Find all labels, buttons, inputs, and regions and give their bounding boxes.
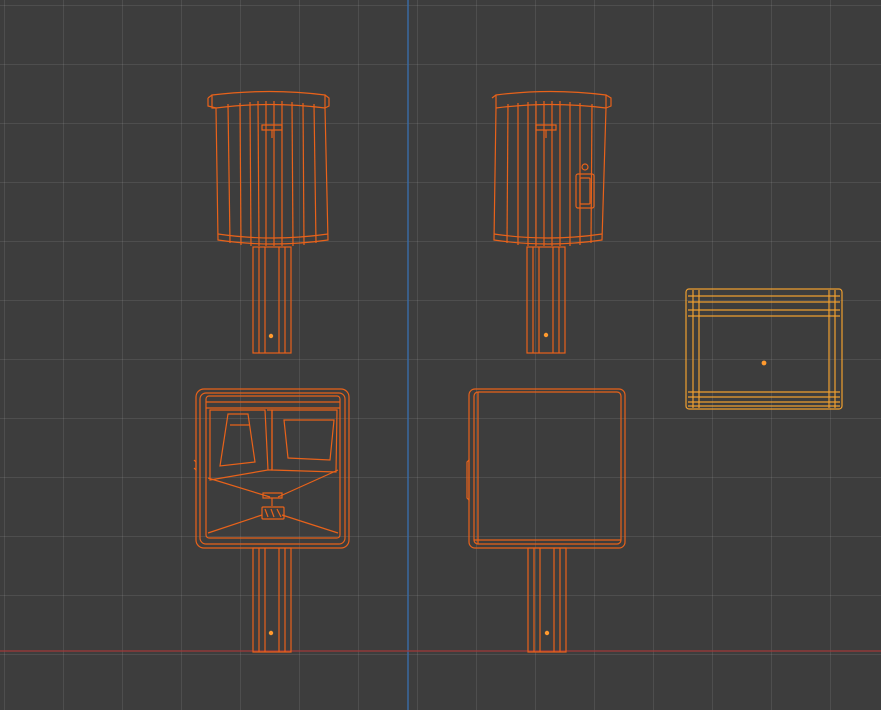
- mailbox-right-view[interactable]: [466, 388, 626, 653]
- origin-dot: [268, 630, 274, 636]
- origin-dot: [543, 332, 549, 338]
- mailbox-side-view[interactable]: [491, 90, 612, 354]
- 3d-viewport[interactable]: [0, 0, 881, 710]
- origin-dot: [544, 630, 550, 636]
- mailbox-back-view[interactable]: [207, 90, 330, 354]
- origin-dot: [761, 360, 767, 366]
- viewport-scene: [0, 0, 881, 710]
- mailbox-top-view[interactable]: [685, 288, 843, 410]
- origin-dot: [268, 333, 274, 339]
- mailbox-front-view[interactable]: [193, 388, 350, 653]
